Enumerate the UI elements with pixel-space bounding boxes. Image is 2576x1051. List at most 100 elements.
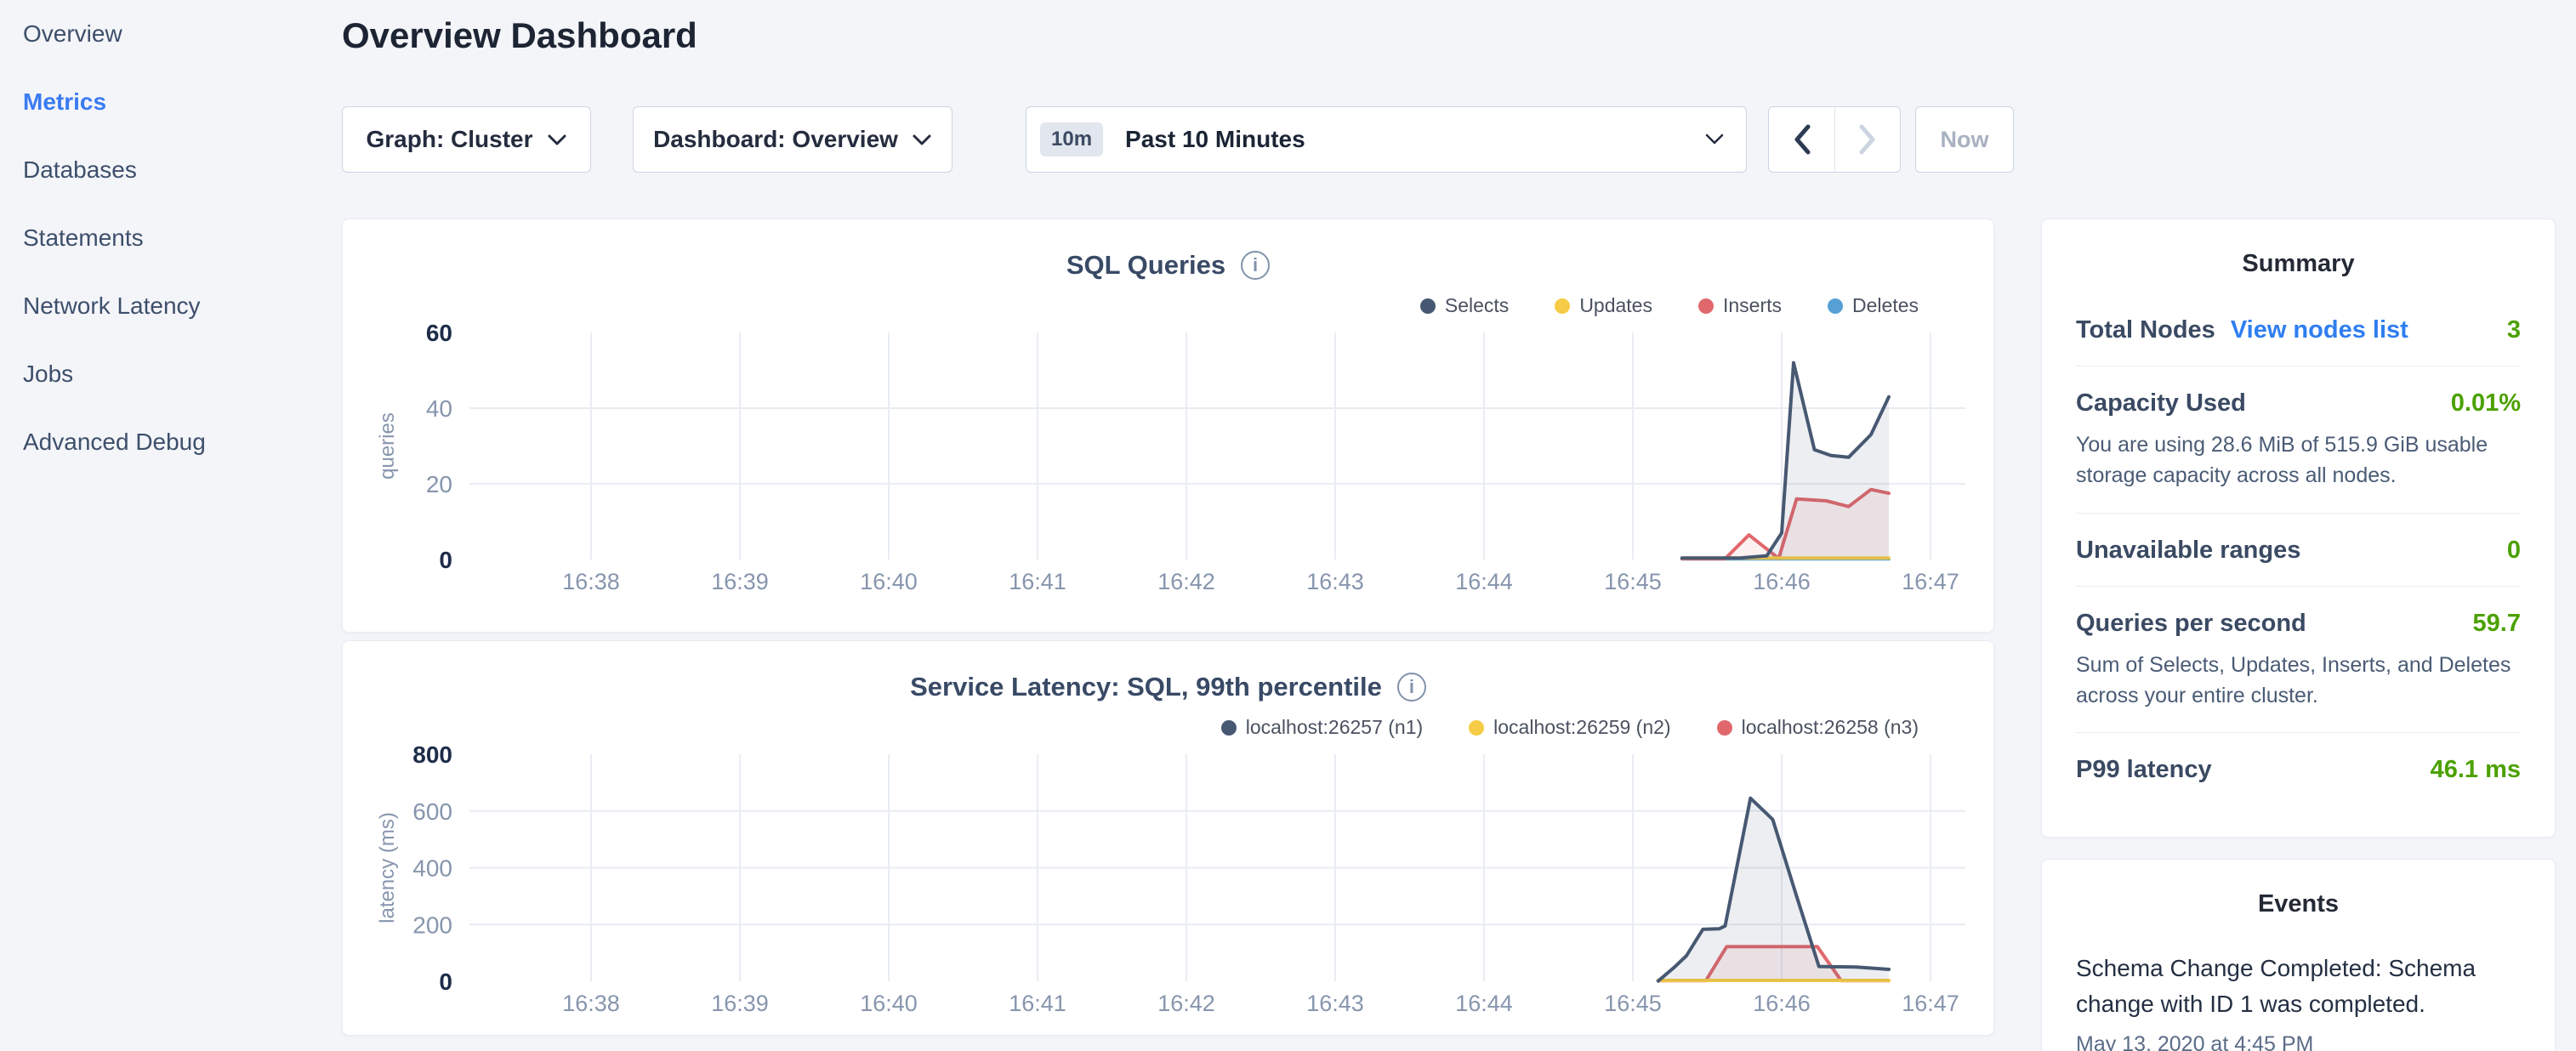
svg-text:16:38: 16:38 — [562, 569, 620, 594]
svg-text:16:41: 16:41 — [1009, 569, 1066, 594]
sidebar-item-jobs[interactable]: Jobs — [0, 340, 340, 408]
stat-p99-latency: P99 latency 46.1 ms — [2076, 733, 2521, 805]
event-timestamp: May 13, 2020 at 4:45 PM — [2076, 1032, 2521, 1051]
stat-description: Sum of Selects, Updates, Inserts, and De… — [2076, 650, 2521, 712]
sidebar-item-network-latency[interactable]: Network Latency — [0, 272, 340, 340]
legend-item: localhost:26258 (n3) — [1717, 716, 1919, 739]
svg-text:16:42: 16:42 — [1157, 569, 1215, 594]
stat-capacity-used: Capacity Used 0.01% You are using 28.6 M… — [2076, 366, 2521, 514]
legend-item: Updates — [1555, 294, 1652, 317]
svg-text:0: 0 — [439, 547, 452, 573]
time-range-badge: 10m — [1040, 122, 1103, 156]
sidebar-item-overview[interactable]: Overview — [0, 0, 340, 68]
chevron-down-icon — [1705, 134, 1724, 145]
svg-text:16:45: 16:45 — [1604, 991, 1662, 1016]
svg-text:0: 0 — [439, 969, 452, 995]
chevron-down-icon — [912, 134, 932, 146]
sql-queries-plot[interactable]: 0 20 40 60 16:38 16:39 16:40 16:41 16:42 16:43 16:… — [363, 321, 1975, 602]
events-panel: Events Schema Change Completed: Schema c… — [2041, 859, 2556, 1051]
event-message: Schema Change Completed: Schema change w… — [2076, 951, 2521, 1022]
sql-queries-chart-card: SQL Queries Selects Updates Inserts Dele… — [342, 219, 1994, 633]
svg-text:800: 800 — [412, 743, 452, 768]
summary-panel: Summary Total Nodes View nodes list 3 Ca… — [2041, 219, 2556, 838]
svg-text:400: 400 — [412, 855, 452, 882]
sidebar-item-metrics[interactable]: Metrics — [0, 68, 340, 136]
chart-title: SQL Queries — [1066, 250, 1225, 281]
info-icon[interactable] — [1397, 673, 1426, 702]
info-icon[interactable] — [1241, 251, 1270, 280]
stat-value: 46.1 ms — [2431, 756, 2521, 784]
stat-value: 3 — [2507, 316, 2521, 344]
stat-value: 0.01% — [2451, 389, 2521, 418]
svg-text:16:39: 16:39 — [711, 991, 769, 1016]
svg-text:16:43: 16:43 — [1306, 991, 1364, 1016]
sidebar-item-advanced-debug[interactable]: Advanced Debug — [0, 408, 340, 476]
svg-text:16:42: 16:42 — [1157, 991, 1215, 1016]
time-step-buttons — [1768, 106, 1901, 173]
stat-value: 0 — [2507, 537, 2521, 565]
legend-item: Selects — [1420, 294, 1509, 317]
svg-text:600: 600 — [412, 798, 452, 825]
svg-text:200: 200 — [412, 912, 452, 938]
time-step-forward-button[interactable] — [1834, 107, 1900, 172]
legend-dot — [1420, 298, 1436, 314]
legend-item: localhost:26257 (n1) — [1221, 716, 1423, 739]
chevron-down-icon — [547, 134, 567, 146]
chart-title: Service Latency: SQL, 99th percentile — [910, 672, 1382, 702]
legend-dot — [1469, 720, 1484, 736]
service-latency-chart-card: Service Latency: SQL, 99th percentile lo… — [342, 640, 1994, 1036]
time-range-selector[interactable]: 10m Past 10 Minutes — [1026, 106, 1747, 173]
event-item[interactable]: Schema Change Completed: Schema change w… — [2076, 951, 2521, 1051]
stat-total-nodes: Total Nodes View nodes list 3 — [2076, 293, 2521, 366]
dashboard-dropdown-label: Dashboard: Overview — [653, 126, 898, 153]
dashboard-dropdown[interactable]: Dashboard: Overview — [633, 106, 952, 173]
svg-text:16:44: 16:44 — [1455, 569, 1513, 594]
legend-dot — [1828, 298, 1843, 314]
svg-text:16:47: 16:47 — [1902, 991, 1959, 1016]
legend-dot — [1555, 298, 1570, 314]
svg-text:16:40: 16:40 — [860, 991, 918, 1016]
sidebar-item-statements[interactable]: Statements — [0, 204, 340, 272]
svg-text:20: 20 — [426, 471, 452, 497]
svg-text:16:43: 16:43 — [1306, 569, 1364, 594]
svg-text:queries: queries — [376, 412, 399, 480]
time-step-back-button[interactable] — [1769, 107, 1834, 172]
time-range-value: Past 10 Minutes — [1125, 126, 1705, 153]
legend-dot — [1221, 720, 1237, 736]
view-nodes-list-link[interactable]: View nodes list — [2231, 316, 2408, 344]
chart-legend: localhost:26257 (n1) localhost:26259 (n2… — [1221, 716, 1919, 739]
svg-text:16:41: 16:41 — [1009, 991, 1066, 1016]
svg-text:16:40: 16:40 — [860, 569, 918, 594]
events-title: Events — [2076, 890, 2521, 918]
legend-item: Deletes — [1828, 294, 1919, 317]
svg-text:16:46: 16:46 — [1753, 991, 1811, 1016]
summary-title: Summary — [2076, 250, 2521, 278]
sidebar-item-databases[interactable]: Databases — [0, 136, 340, 204]
legend-dot — [1698, 298, 1714, 314]
svg-text:16:38: 16:38 — [562, 991, 620, 1016]
svg-text:16:47: 16:47 — [1902, 569, 1959, 594]
graph-scope-dropdown[interactable]: Graph: Cluster — [342, 106, 591, 173]
svg-text:40: 40 — [426, 395, 452, 422]
legend-item: localhost:26259 (n2) — [1469, 716, 1670, 739]
svg-text:latency (ms): latency (ms) — [376, 812, 399, 923]
svg-text:16:44: 16:44 — [1455, 991, 1513, 1016]
svg-text:60: 60 — [426, 321, 452, 346]
svg-text:16:39: 16:39 — [711, 569, 769, 594]
chevron-left-icon — [1793, 124, 1811, 155]
graph-scope-dropdown-label: Graph: Cluster — [366, 126, 532, 153]
stat-unavailable-ranges: Unavailable ranges 0 — [2076, 514, 2521, 587]
page-title: Overview Dashboard — [342, 15, 697, 56]
now-button[interactable]: Now — [1915, 106, 2014, 173]
svg-text:16:45: 16:45 — [1604, 569, 1662, 594]
stat-queries-per-second: Queries per second 59.7 Sum of Selects, … — [2076, 587, 2521, 734]
chevron-right-icon — [1858, 124, 1877, 155]
sidebar: Overview Metrics Databases Statements Ne… — [0, 0, 340, 1051]
stat-description: You are using 28.6 MiB of 515.9 GiB usab… — [2076, 429, 2521, 491]
chart-legend: Selects Updates Inserts Deletes — [1420, 294, 1919, 317]
legend-item: Inserts — [1698, 294, 1782, 317]
svg-text:16:46: 16:46 — [1753, 569, 1811, 594]
service-latency-plot[interactable]: 0 200 400 600 800 16:38 16:39 16:40 16:41 16:42 16… — [363, 743, 1975, 1024]
stat-value: 59.7 — [2473, 610, 2521, 638]
legend-dot — [1717, 720, 1732, 736]
